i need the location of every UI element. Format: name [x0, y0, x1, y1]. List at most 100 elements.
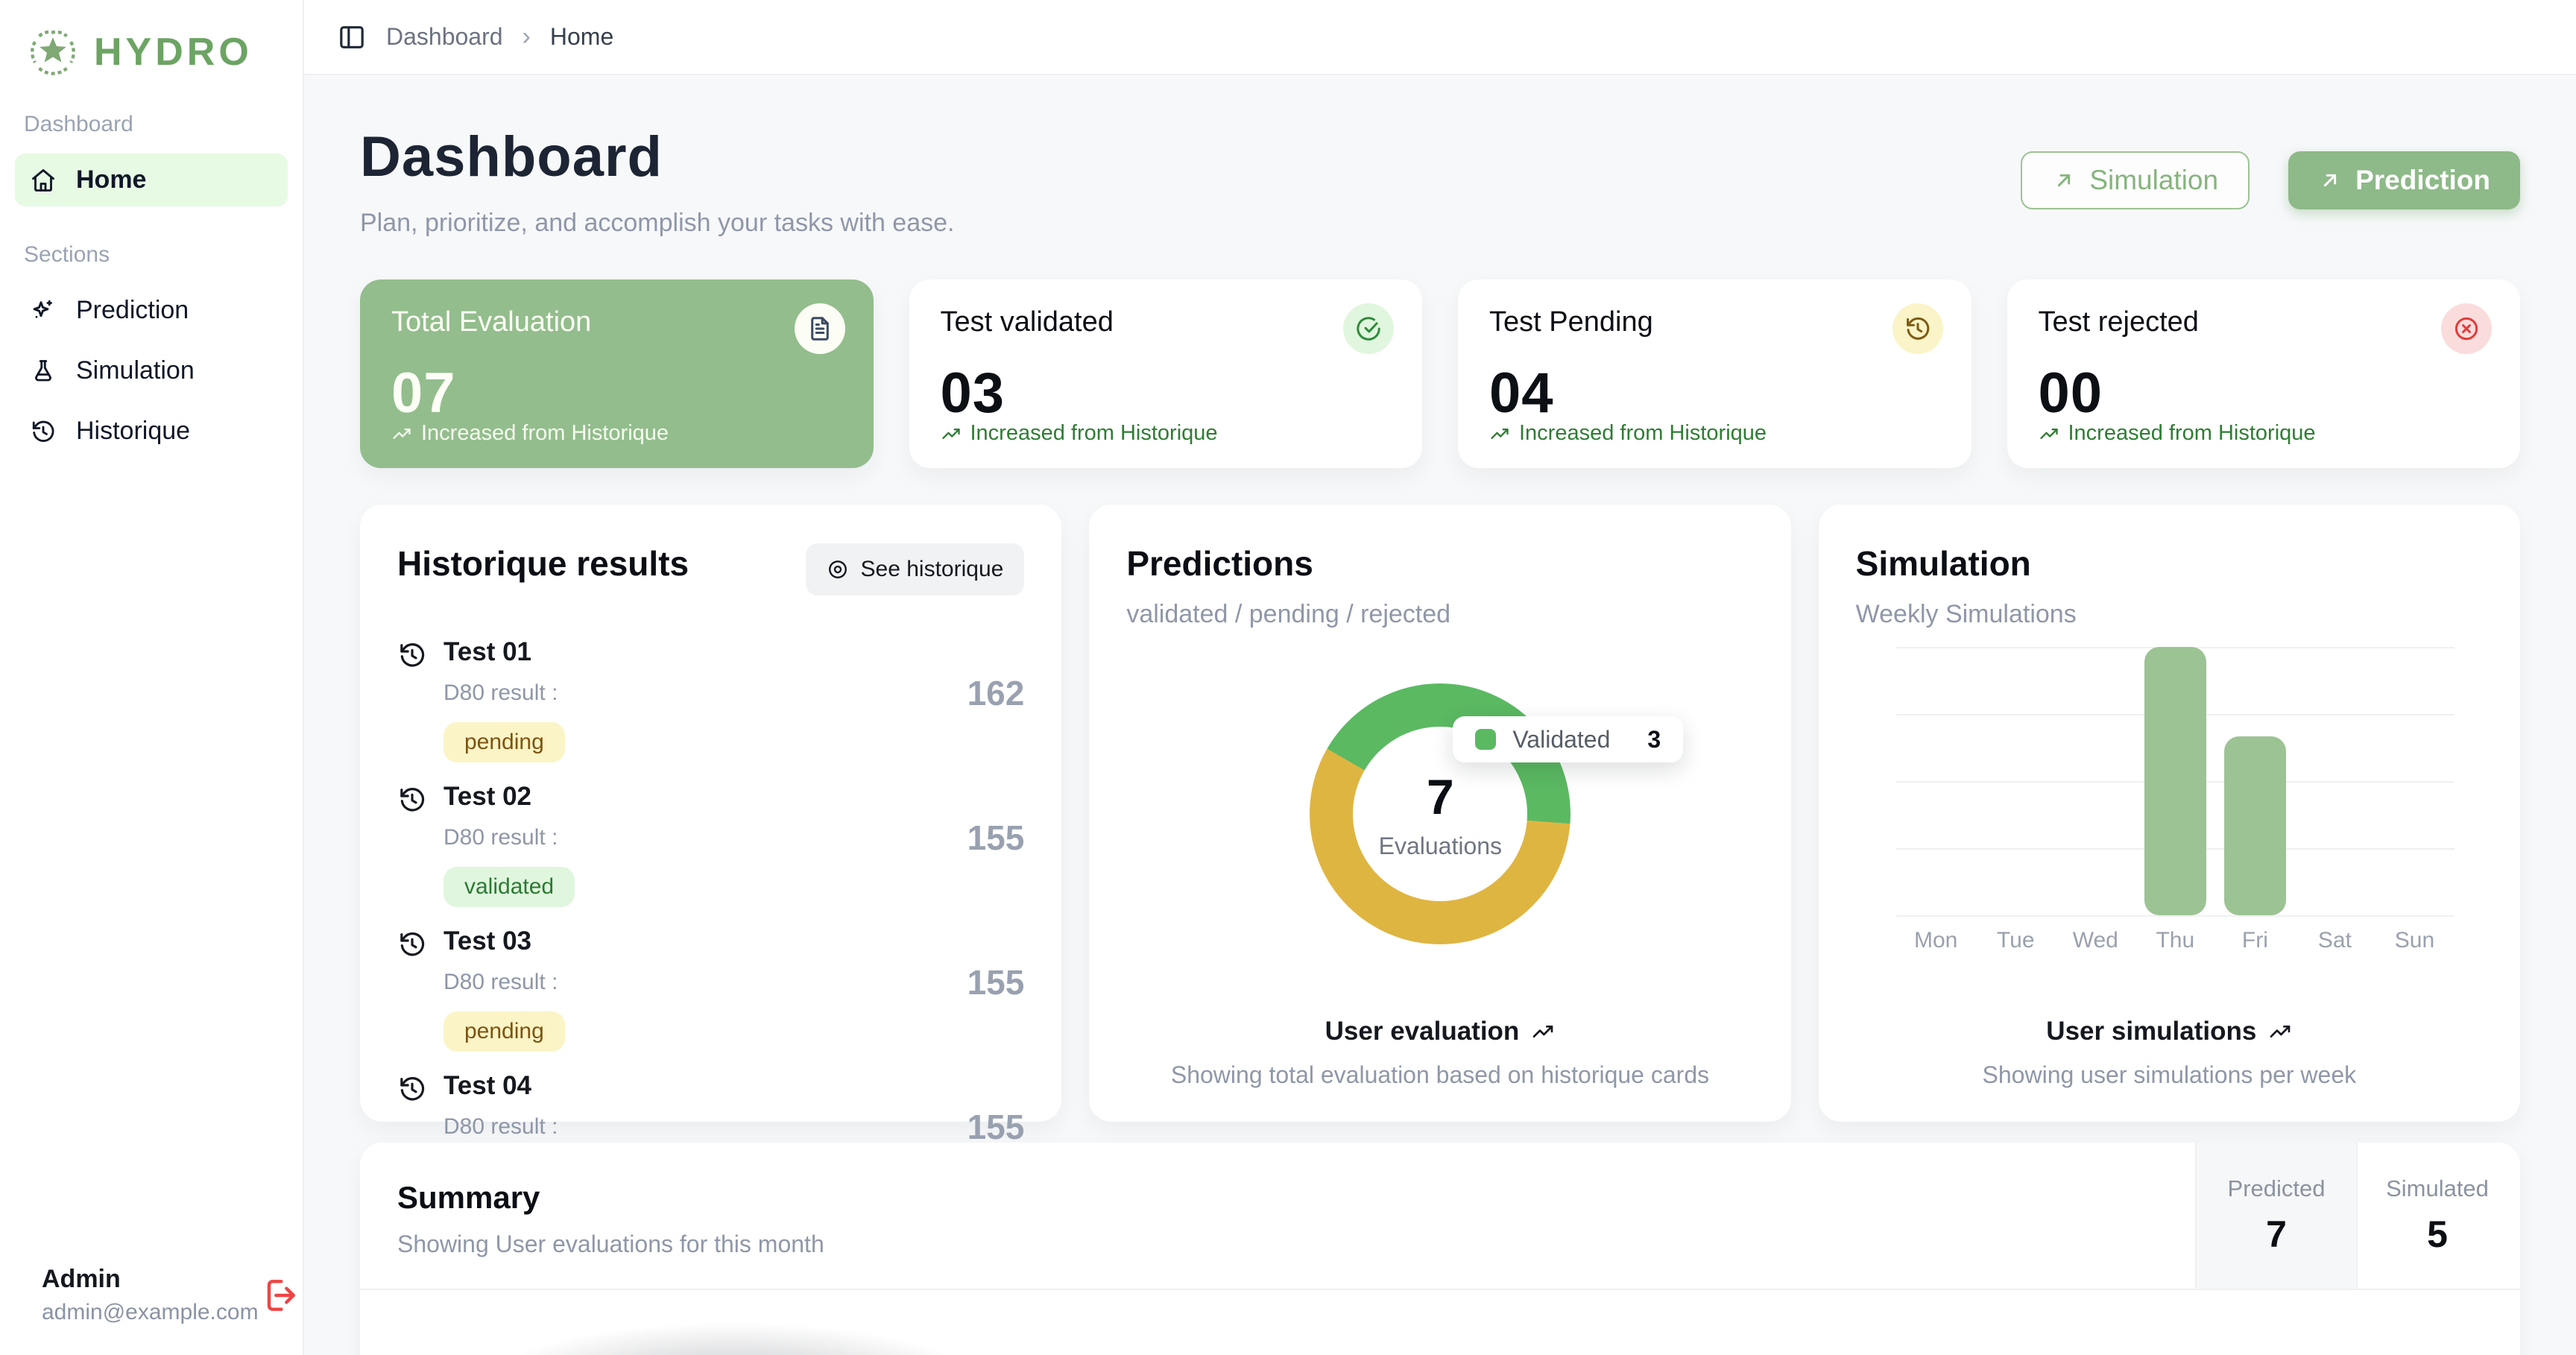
- predictions-footer: User evaluation Showing total evaluation…: [1089, 1017, 1790, 1089]
- trending-up-icon: [1489, 423, 1510, 444]
- weekly-simulations-bar-chart[interactable]: [1896, 647, 2455, 915]
- test-name: Test 01: [443, 637, 951, 667]
- sidebar-user: Admin admin@example.com: [0, 1242, 303, 1355]
- historique-row[interactable]: Test 02 D80 result : validated 155: [397, 782, 1024, 907]
- breadcrumb-separator: ›: [523, 22, 531, 51]
- topbar: Dashboard › Home: [304, 0, 2576, 75]
- sidebar-toggle-icon[interactable]: [337, 22, 367, 52]
- test-name: Test 04: [443, 1071, 951, 1101]
- simulation-title: Simulation: [1856, 543, 2483, 584]
- sidebar-item-prediction[interactable]: Prediction: [15, 284, 288, 337]
- breadcrumb-current[interactable]: Home: [550, 23, 613, 51]
- summary-divider: [360, 1289, 2520, 1290]
- predictions-card: Predictions validated / pending / reject…: [1089, 505, 1790, 1122]
- logout-icon[interactable]: [259, 1275, 300, 1316]
- predictions-footer-subtitle: Showing total evaluation based on histor…: [1089, 1061, 1790, 1089]
- brand-name: HYDRO: [94, 30, 253, 75]
- bar-thu[interactable]: [2144, 647, 2206, 915]
- sidebar-item-label: Historique: [76, 417, 190, 446]
- simulation-card: Simulation Weekly Simulations MonTueWedT…: [1819, 505, 2520, 1122]
- breadcrumb-root[interactable]: Dashboard: [386, 23, 503, 51]
- test-result-label: D80 result :: [443, 680, 951, 706]
- stat-value: 07: [391, 361, 842, 426]
- simulation-footer-title: User simulations: [2046, 1017, 2292, 1046]
- status-badge: pending: [443, 722, 565, 762]
- page-subtitle: Plan, prioritize, and accomplish your ta…: [360, 209, 954, 238]
- user-email: admin@example.com: [42, 1300, 259, 1325]
- trending-up-icon: [2039, 423, 2059, 444]
- sidebar-group-label-sections: Sections: [24, 242, 288, 268]
- prediction-button[interactable]: Prediction: [2288, 151, 2520, 209]
- summary-tabs: Predicted 7 Simulated 5: [2195, 1143, 2517, 1289]
- page-title: Dashboard: [360, 124, 954, 189]
- history-icon: [397, 785, 427, 815]
- stat-card-test-rejected[interactable]: Test rejected 00 Increased from Historiq…: [2007, 279, 2521, 468]
- main-area: Dashboard › Home Dashboard Plan, priorit…: [304, 0, 2576, 1355]
- simulation-button[interactable]: Simulation: [2021, 151, 2250, 209]
- history-icon: [397, 1074, 427, 1104]
- sidebar-item-simulation[interactable]: Simulation: [15, 344, 288, 397]
- x-tick-label: Wed: [2056, 928, 2135, 953]
- test-result-value: 162: [967, 673, 1025, 762]
- stat-note: Increased from Historique: [2039, 421, 2316, 446]
- stat-title: Test Pending: [1489, 306, 1940, 338]
- x-tick-label: Sun: [2375, 928, 2455, 953]
- x-tick-label: Fri: [2215, 928, 2295, 953]
- x-tick-label: Sat: [2295, 928, 2375, 953]
- page-actions: Simulation Prediction: [2021, 151, 2520, 209]
- summary-line-chart-peak: [1167, 1345, 1219, 1355]
- summary-chart-shadow: [449, 1314, 1016, 1355]
- brand-logo: HYDRO: [15, 21, 288, 83]
- simulation-button-label: Simulation: [2089, 165, 2218, 196]
- stat-note: Increased from Historique: [1489, 421, 1767, 446]
- x-tick-label: Thu: [2135, 928, 2215, 953]
- validated-swatch: [1475, 729, 1496, 750]
- donut-total: 7: [1427, 768, 1454, 825]
- sidebar-item-historique[interactable]: Historique: [15, 405, 288, 458]
- test-result-label: D80 result :: [443, 970, 951, 995]
- flask-icon: [30, 358, 57, 385]
- status-badge: validated: [443, 867, 575, 907]
- summary-card: Summary Showing User evaluations for thi…: [360, 1143, 2520, 1355]
- file-text-icon: [795, 303, 845, 354]
- gridline: [1896, 915, 2455, 917]
- historique-row[interactable]: Test 03 D80 result : pending 155: [397, 926, 1024, 1052]
- simulation-footer-subtitle: Showing user simulations per week: [1819, 1061, 2520, 1089]
- stat-card-test-validated[interactable]: Test validated 03 Increased from Histori…: [909, 279, 1423, 468]
- disc-icon: [827, 558, 849, 581]
- historique-title: Historique results: [397, 543, 689, 584]
- stats-row: Total Evaluation 07 Increased from Histo…: [360, 279, 2520, 468]
- tab-simulated[interactable]: Simulated 5: [2356, 1143, 2517, 1289]
- stat-card-total-evaluation[interactable]: Total Evaluation 07 Increased from Histo…: [360, 279, 874, 468]
- test-name: Test 02: [443, 782, 951, 812]
- x-tick-label: Tue: [1976, 928, 2056, 953]
- stat-card-test-pending[interactable]: Test Pending 04 Increased from Historiqu…: [1458, 279, 1972, 468]
- historique-rows: Test 01 D80 result : pending 162 Test 02…: [397, 637, 1024, 1196]
- sparkles-icon: [30, 297, 57, 324]
- predictions-title: Predictions: [1126, 543, 1753, 584]
- check-circle-icon: [1343, 303, 1394, 354]
- stat-note: Increased from Historique: [391, 421, 669, 446]
- stat-title: Test rejected: [2039, 306, 2490, 338]
- see-historique-button[interactable]: See historique: [806, 543, 1025, 596]
- trending-up-icon: [2268, 1020, 2292, 1043]
- arrow-up-right-icon: [2052, 168, 2076, 192]
- stat-title: Test validated: [941, 306, 1392, 338]
- sidebar: HYDRO Dashboard Home Sections Prediction…: [0, 0, 304, 1355]
- sidebar-group-label-dashboard: Dashboard: [24, 112, 288, 137]
- historique-row[interactable]: Test 01 D80 result : pending 162: [397, 637, 1024, 762]
- sidebar-item-home[interactable]: Home: [15, 154, 288, 206]
- test-result-label: D80 result :: [443, 1114, 951, 1140]
- arrow-up-right-icon: [2318, 168, 2342, 192]
- x-circle-icon: [2441, 303, 2492, 354]
- tooltip-value: 3: [1647, 726, 1661, 754]
- sidebar-item-label: Simulation: [76, 356, 195, 385]
- user-name: Admin: [42, 1265, 259, 1294]
- stat-value: 04: [1489, 361, 1940, 426]
- bar-fri[interactable]: [2224, 736, 2286, 915]
- tab-predicted[interactable]: Predicted 7: [2195, 1143, 2356, 1289]
- sidebar-item-label: Home: [76, 165, 146, 195]
- test-name: Test 03: [443, 926, 951, 956]
- historique-results-card: Historique results See historique: [360, 505, 1061, 1122]
- history-icon: [397, 640, 427, 670]
